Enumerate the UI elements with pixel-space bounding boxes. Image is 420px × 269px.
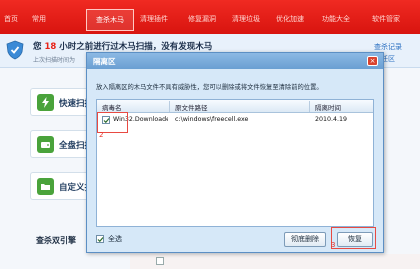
annotation-number: 2 <box>99 131 104 139</box>
folder-icon <box>37 178 54 195</box>
time-cell: 2010.4.19 <box>315 116 348 123</box>
nav-scan-trojan-label: 查杀木马 <box>96 16 124 24</box>
quarantine-dialog: 隔离区 × 放入隔离区的木马文件不具有威胁性，您可以删除或将文件恢复至清除前的位… <box>86 52 384 253</box>
quarantine-table: 病毒名 原文件路径 隔离时间 Win32.Downloader.NI c:\wi… <box>96 99 374 227</box>
headline-prefix: 您 <box>33 42 42 52</box>
lightning-icon <box>37 94 54 111</box>
hours-count: 18 <box>44 42 57 52</box>
nav-software[interactable]: 软件管家 <box>372 14 400 24</box>
nav-scan-trojan[interactable]: 查杀木马 <box>86 9 134 31</box>
path-cell: c:\windows\freecell.exe <box>175 116 249 123</box>
disk-icon <box>37 136 54 153</box>
nav-features[interactable]: 功能大全 <box>322 14 350 24</box>
nav-vuln[interactable]: 修复漏洞 <box>188 14 216 24</box>
column-divider[interactable] <box>169 101 170 112</box>
column-divider[interactable] <box>309 101 310 112</box>
table-header: 病毒名 原文件路径 隔离时间 <box>97 100 373 113</box>
dialog-title: 隔离区 <box>93 57 116 66</box>
bottom-option-strip <box>130 254 420 269</box>
last-scan-text: 上次扫描时间为 <box>33 57 76 64</box>
nav-clean[interactable]: 清理垃圾 <box>232 14 260 24</box>
dual-engine-title: 查杀双引擎 <box>36 236 76 245</box>
shield-icon <box>6 40 24 60</box>
nav-optimize[interactable]: 优化加速 <box>276 14 304 24</box>
annotation-box <box>331 227 376 249</box>
col-virus-name[interactable]: 病毒名 <box>102 102 122 112</box>
close-icon[interactable]: × <box>367 56 378 66</box>
nav-common[interactable]: 常用 <box>32 14 46 24</box>
col-quarantine-time[interactable]: 隔离时间 <box>315 102 341 112</box>
annotation-number: 3 <box>331 241 336 249</box>
annotation-box <box>97 112 128 133</box>
col-original-path[interactable]: 原文件路径 <box>175 102 208 112</box>
dialog-description: 放入隔离区的木马文件不具有威胁性，您可以删除或将文件恢复至清除前的位置。 <box>96 84 323 91</box>
select-all-checkbox[interactable] <box>96 235 104 243</box>
select-all-label: 全选 <box>108 235 122 243</box>
nav-home[interactable]: 首页 <box>4 14 18 24</box>
scan-status-headline: 您 18 小时之前进行过木马扫描，没有发现木马 <box>33 40 212 52</box>
delete-button[interactable]: 彻底删除 <box>284 232 326 247</box>
headline-text: 小时之前进行过木马扫描，没有发现木马 <box>59 42 213 52</box>
table-row[interactable]: Win32.Downloader.NI c:\windows\freecell.… <box>97 114 373 127</box>
bottom-option-checkbox[interactable] <box>156 257 164 265</box>
dialog-titlebar: 隔离区 × <box>87 53 383 69</box>
scan-history-link[interactable]: 查杀记录 <box>374 42 402 52</box>
top-toolbar: 首页 常用 查杀木马 清理插件 修复漏洞 清理垃圾 优化加速 功能大全 软件管家 <box>0 0 420 34</box>
nav-plugin[interactable]: 清理插件 <box>140 14 168 24</box>
